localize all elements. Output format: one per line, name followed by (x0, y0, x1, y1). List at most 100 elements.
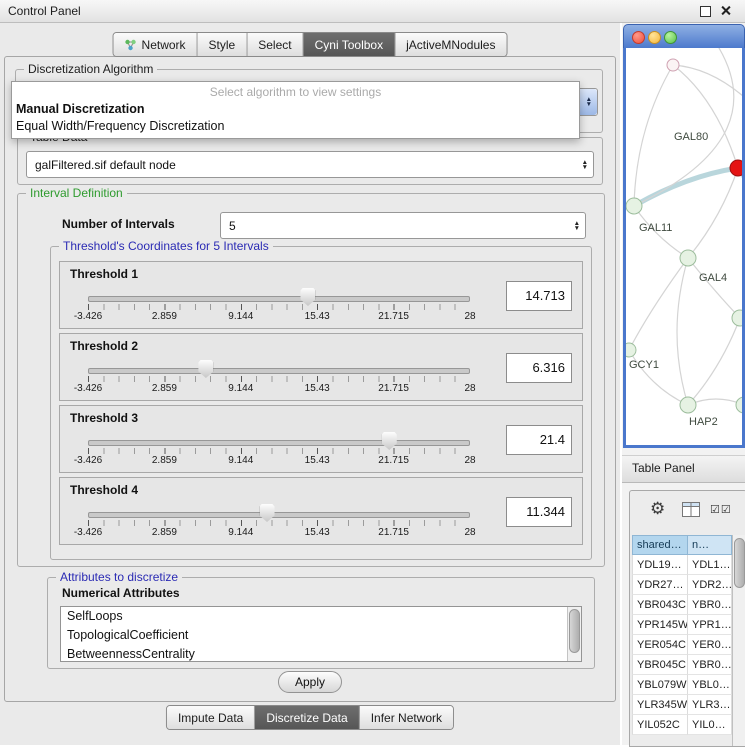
interval-definition-title: Interval Definition (26, 186, 127, 200)
threshold-slider[interactable]: -3.4262.8599.14415.4321.71528 (88, 358, 470, 396)
window-minimize-button[interactable] (648, 31, 661, 44)
checkbox-icons[interactable]: ☑☑ (710, 503, 732, 516)
algorithm-group-title: Discretization Algorithm (24, 62, 157, 76)
threshold-panel-1: Threshold 1 -3.4262.8599.14415.4321.7152… (59, 261, 583, 329)
slider-ticks (88, 376, 470, 382)
network-canvas[interactable]: GAL80GAL11GAL4GCY1HAP2 (623, 48, 745, 448)
tick-label: 21.715 (378, 311, 409, 322)
tick-label: 2.859 (152, 311, 177, 322)
network-node[interactable] (730, 160, 742, 176)
table-data-combobox[interactable]: galFiltered.sif default node ▲▼ (26, 151, 594, 178)
list-item[interactable]: SelfLoops (61, 607, 581, 626)
tab-discretize-data[interactable]: Discretize Data (254, 706, 358, 729)
table-row[interactable]: YLR345WYLR3… (632, 695, 732, 715)
num-intervals-value: 5 (229, 213, 236, 238)
table-cell: YDL1… (688, 555, 732, 575)
table-panel-window: ⚙ ☑☑ shared… n… YDL19…YDL1…YDR27…YDR2…YB… (629, 490, 745, 747)
network-node[interactable] (667, 59, 679, 71)
tab-label: Style (209, 38, 236, 52)
numerical-attributes-list[interactable]: SelfLoopsTopologicalCoefficientBetweenne… (60, 606, 582, 662)
table-row[interactable]: YDR27…YDR2… (632, 575, 732, 595)
network-node[interactable] (736, 397, 742, 413)
tab-label: Network (142, 38, 186, 52)
threshold-slider[interactable]: -3.4262.8599.14415.4321.71528 (88, 286, 470, 324)
tab-impute-data[interactable]: Impute Data (167, 706, 254, 729)
threshold-value-field[interactable]: 6.316 (506, 353, 572, 383)
network-edge (688, 258, 740, 318)
tab-select[interactable]: Select (246, 33, 302, 56)
threshold-value-field[interactable]: 11.344 (506, 497, 572, 527)
control-panel: Network Style Select Cyni Toolbox jActiv… (0, 22, 620, 745)
table-row[interactable]: YBR043CYBR0… (632, 595, 732, 615)
tab-style[interactable]: Style (197, 33, 247, 56)
table-row[interactable]: YDL19…YDL1… (632, 555, 732, 575)
threshold-value-field[interactable]: 21.4 (506, 425, 572, 455)
slider-track[interactable] (88, 512, 470, 518)
scrollbar-thumb[interactable] (569, 609, 580, 653)
slider-track[interactable] (88, 440, 470, 446)
table-row[interactable]: YIL052CYIL0… (632, 715, 732, 735)
column-header[interactable]: n… (688, 535, 732, 555)
table-toolbar: ⚙ ☑☑ (630, 491, 745, 533)
network-edge (738, 168, 742, 268)
slider-track[interactable] (88, 368, 470, 374)
threshold-slider[interactable]: -3.4262.8599.14415.4321.71528 (88, 430, 470, 468)
network-node[interactable] (626, 343, 636, 357)
column-header[interactable]: shared… (632, 535, 688, 555)
table-cell: YIL0… (688, 715, 732, 735)
slider-track[interactable] (88, 296, 470, 302)
window-close-button[interactable] (632, 31, 645, 44)
table-header-row: shared… n… (632, 535, 732, 555)
columns-icon[interactable] (682, 502, 700, 522)
threshold-value-field[interactable]: 14.713 (506, 281, 572, 311)
table-cell: YPR145W (632, 615, 688, 635)
network-node[interactable] (680, 397, 696, 413)
network-node-label: GAL80 (674, 131, 708, 143)
table-row[interactable]: YPR145WYPR1… (632, 615, 732, 635)
network-node[interactable] (732, 310, 742, 326)
network-edge (634, 65, 673, 206)
table-row[interactable]: YBL079WYBL0… (632, 675, 732, 695)
table-cell: YDR2… (688, 575, 732, 595)
list-item[interactable]: BetweennessCentrality (61, 645, 581, 662)
table-scrollbar[interactable] (732, 535, 745, 746)
threshold-label: Threshold 2 (70, 339, 138, 353)
num-intervals-combobox[interactable]: 5 ▲▼ (220, 212, 586, 239)
network-edge (688, 318, 740, 405)
gear-icon[interactable]: ⚙ (650, 499, 665, 519)
tick-label: 9.144 (228, 311, 253, 322)
table-row[interactable]: YER054CYER0… (632, 635, 732, 655)
algorithm-option-equal-width[interactable]: Equal Width/Frequency Discretization (12, 118, 579, 135)
network-window-titlebar[interactable] (623, 24, 745, 49)
tick-label: 9.144 (228, 527, 253, 538)
list-scrollbar[interactable] (567, 607, 581, 661)
network-node-label: GAL4 (699, 272, 727, 284)
tick-label: 28 (464, 455, 475, 466)
tab-jactivemnodules[interactable]: jActiveMNodules (394, 33, 506, 56)
tab-network[interactable]: Network (114, 33, 197, 56)
thresholds-group: Threshold's Coordinates for 5 Intervals … (50, 246, 592, 560)
algorithm-option-manual[interactable]: Manual Discretization (12, 101, 579, 118)
tab-infer-network[interactable]: Infer Network (359, 706, 453, 729)
list-item[interactable]: TopologicalCoefficient (61, 626, 581, 645)
tab-label: jActiveMNodules (406, 38, 495, 52)
tab-label: Impute Data (178, 711, 243, 725)
scrollbar-thumb[interactable] (734, 538, 745, 588)
table-row[interactable]: YBR045CYBR0… (632, 655, 732, 675)
window-zoom-button[interactable] (664, 31, 677, 44)
float-icon[interactable] (700, 6, 711, 17)
apply-button[interactable]: Apply (278, 671, 342, 693)
threshold-panel-2: Threshold 2 -3.4262.8599.14415.4321.7152… (59, 333, 583, 401)
network-edge (634, 168, 738, 206)
table-cell: YBL079W (632, 675, 688, 695)
close-icon[interactable] (720, 5, 731, 16)
network-node[interactable] (626, 198, 642, 214)
interval-definition-group: Interval Definition Number of Intervals … (17, 193, 605, 567)
network-edge (677, 258, 688, 405)
tab-cyni-toolbox[interactable]: Cyni Toolbox (303, 33, 394, 56)
network-node[interactable] (680, 250, 696, 266)
tick-label: 28 (464, 311, 475, 322)
slider-ticks (88, 448, 470, 454)
network-graph: GAL80GAL11GAL4GCY1HAP2 (626, 48, 742, 445)
threshold-slider[interactable]: -3.4262.8599.14415.4321.71528 (88, 502, 470, 540)
